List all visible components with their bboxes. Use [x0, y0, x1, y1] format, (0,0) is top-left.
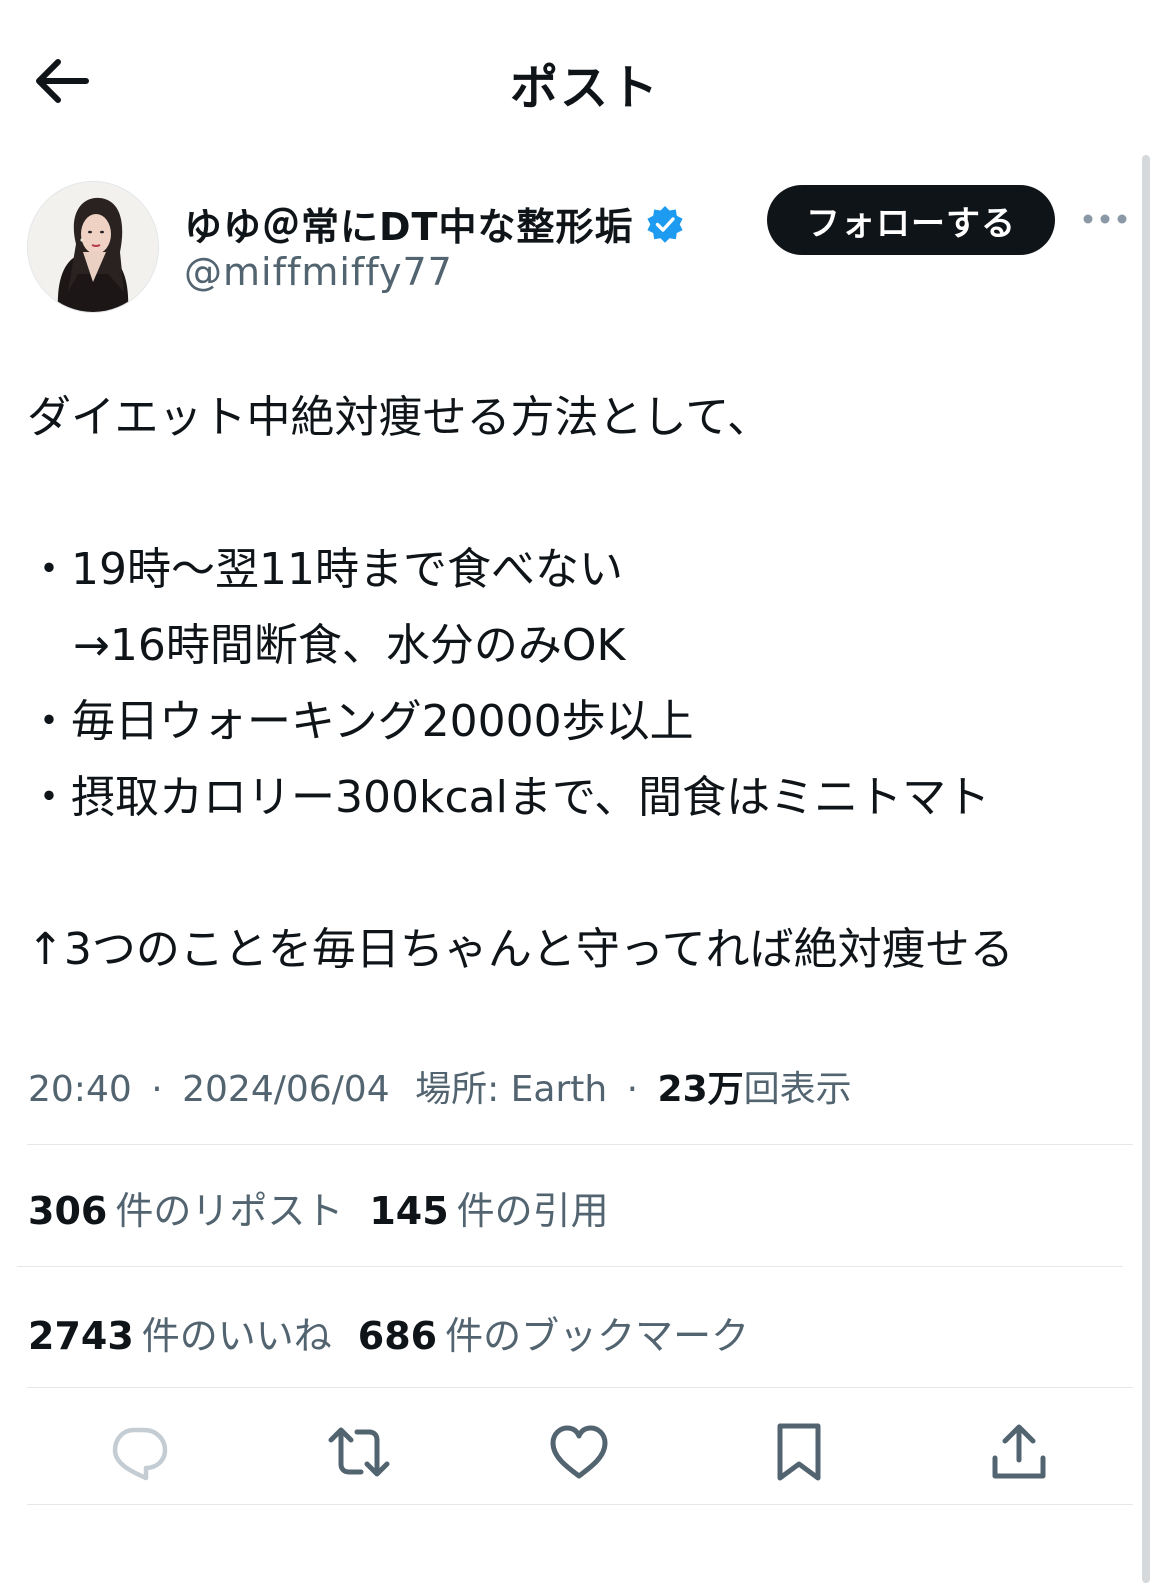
verified-badge-icon — [647, 205, 684, 243]
view-count: 23万 — [657, 1069, 744, 1110]
scrollbar[interactable] — [1142, 155, 1150, 1583]
divider — [17, 1266, 1123, 1267]
display-name[interactable]: ゆゆ＠常にDT中な整形垢 — [184, 196, 633, 251]
heart-icon — [550, 1425, 608, 1479]
tweet-line: ↑3つのことを毎日ちゃんと守ってれば絶対痩せる — [27, 924, 1014, 975]
bookmark-icon — [777, 1423, 821, 1481]
reply-icon — [112, 1427, 168, 1481]
like-count-label: 件のいいね — [141, 1314, 332, 1358]
like-count-link[interactable]: 2743 件のいいね — [28, 1305, 332, 1360]
avatar-image — [28, 182, 158, 312]
bookmark-count: 686 — [357, 1314, 438, 1358]
top-bar: ポスト — [0, 0, 1170, 160]
repost-icon — [328, 1427, 390, 1477]
divider — [27, 1504, 1133, 1505]
bookmark-button[interactable] — [767, 1420, 831, 1484]
divider — [27, 1387, 1133, 1388]
divider — [27, 1144, 1133, 1145]
reply-button[interactable] — [107, 1420, 171, 1484]
repost-count-link[interactable]: 306 件のリポスト — [28, 1180, 343, 1235]
tweet-date[interactable]: 2024/06/04 — [182, 1069, 390, 1110]
tweet-location: 場所: Earth — [415, 1069, 608, 1110]
meta-separator: · — [626, 1069, 639, 1110]
view-count-label: 回表示 — [743, 1069, 852, 1110]
avatar[interactable] — [27, 181, 159, 313]
share-button[interactable] — [987, 1420, 1051, 1484]
engagement-row-1: 306 件のリポスト 145 件の引用 — [28, 1180, 635, 1235]
tweet-meta: 20:40 · 2024/06/04 場所: Earth · 23万回表示 — [28, 1060, 852, 1112]
follow-button[interactable]: フォローする — [767, 185, 1055, 255]
meta-separator: · — [151, 1069, 163, 1110]
tweet-line: ・摂取カロリー300kcalまで、間食はミニトマト — [27, 772, 991, 823]
tweet-line: ・19時〜翌11時まで食べない — [27, 544, 623, 595]
tweet-time[interactable]: 20:40 — [28, 1069, 132, 1110]
action-bar — [0, 1400, 1170, 1500]
repost-button[interactable] — [327, 1420, 391, 1484]
tweet-text: ダイエット中絶対痩せる方法として、 ・19時〜翌11時まで食べない →16時間断… — [27, 380, 1127, 988]
engagement-row-2: 2743 件のいいね 686 件のブックマーク — [28, 1305, 775, 1360]
more-horizontal-icon — [1083, 214, 1127, 224]
repost-count-label: 件のリポスト — [115, 1189, 344, 1233]
bookmark-count-label: 件のブックマーク — [445, 1314, 750, 1358]
like-button[interactable] — [547, 1420, 611, 1484]
like-count: 2743 — [28, 1314, 134, 1358]
author-row: ゆゆ＠常にDT中な整形垢 @miffmiffy77 フォローする — [0, 178, 1170, 318]
quote-count-label: 件の引用 — [456, 1189, 609, 1233]
tweet-line: →16時間断食、水分のみOK — [73, 620, 626, 671]
quote-count: 145 — [369, 1189, 449, 1233]
bookmark-count-link[interactable]: 686 件のブックマーク — [358, 1305, 749, 1360]
share-icon — [992, 1424, 1046, 1479]
quote-count-link[interactable]: 145 件の引用 — [369, 1180, 608, 1235]
user-handle[interactable]: @miffmiffy77 — [184, 250, 453, 294]
tweet-line: ・毎日ウォーキング20000歩以上 — [27, 696, 694, 747]
page-title: ポスト — [509, 60, 660, 116]
tweet-line: ダイエット中絶対痩せる方法として、 — [27, 392, 772, 443]
repost-count: 306 — [28, 1189, 108, 1233]
more-options-button[interactable] — [1082, 208, 1128, 230]
display-name-row[interactable]: ゆゆ＠常にDT中な整形垢 — [184, 196, 685, 251]
